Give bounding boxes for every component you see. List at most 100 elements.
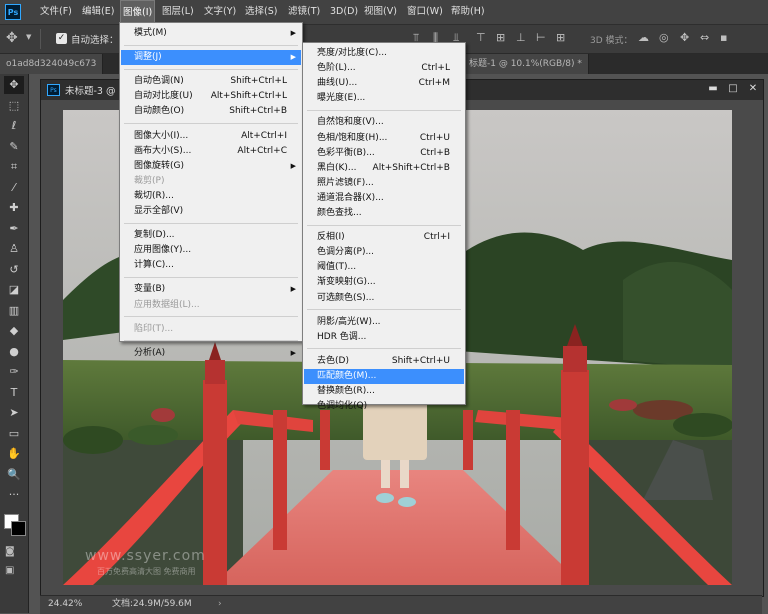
marquee-tool-icon[interactable]: ⬚ [4,97,24,115]
quick-mask-icon[interactable]: ◙ [5,546,15,557]
scale-3d-icon[interactable]: ▪ [720,31,727,44]
chevron-right-icon[interactable]: › [218,596,222,613]
blur-tool-icon[interactable]: ◆ [4,322,24,340]
auto-align-icon[interactable]: ⊞ [556,31,565,44]
zoom-level[interactable]: 24.42% [48,596,82,613]
menu-filter[interactable]: 滤镜(T) [288,0,320,24]
menu-item-label: 匹配颜色(M)... [317,370,377,381]
menu-item-label: 色阶(L)... [317,63,356,74]
menu-item[interactable]: 阈值(T)... [304,260,464,275]
menu-select[interactable]: 选择(S) [245,0,277,24]
menu-item[interactable]: 裁切(R)... [121,189,301,204]
slide-3d-icon[interactable]: ⇔ [700,31,709,44]
drag-3d-icon[interactable]: ✥ [680,31,689,44]
menu-3d[interactable]: 3D(D) [330,0,358,24]
menu-item[interactable]: 变量(B) ▶ [121,282,301,297]
menu-item[interactable]: 照片滤镜(F)... [304,176,464,191]
doc-info[interactable]: 文档:24.9M/59.6M [112,596,192,613]
menu-item[interactable]: 色相/饱和度(H)... Ctrl+U [304,131,464,146]
menu-item[interactable]: 自动色调(N) Shift+Ctrl+L [121,74,301,89]
menu-item[interactable]: 色阶(L)... Ctrl+L [304,61,464,76]
menu-help[interactable]: 帮助(H) [451,0,485,24]
menu-item[interactable]: 计算(C)... [121,258,301,273]
lasso-tool-icon[interactable]: ℓ [4,117,24,135]
menu-item[interactable]: 图像旋转(G) ▶ [121,159,301,174]
menu-item[interactable]: 色彩平衡(B)... Ctrl+B [304,146,464,161]
distribute-vcenter-icon[interactable]: ⊞ [496,31,505,44]
menu-item[interactable]: 色调均化(Q) [304,399,464,414]
menu-item[interactable]: 调整(J) ▶ [121,50,301,66]
menu-item[interactable]: 分析(A) ▶ [121,346,301,361]
distribute-left-icon[interactable]: ⊢ [536,31,546,44]
menu-item[interactable]: 去色(D) Shift+Ctrl+U [304,354,464,369]
history-brush-icon[interactable]: ↺ [4,261,24,279]
stamp-tool-icon[interactable]: ♙ [4,240,24,258]
eraser-tool-icon[interactable]: ◪ [4,281,24,299]
menu-item[interactable]: 复制(D)... [121,228,301,243]
menu-view[interactable]: 视图(V) [364,0,397,24]
brush-tool-icon[interactable]: ✒ [4,220,24,238]
pen-tool-icon[interactable]: ✑ [4,363,24,381]
menu-image[interactable]: 图像(I) [120,0,156,24]
menu-item-label: 色调分离(P)... [317,247,375,258]
menu-item[interactable]: 自然饱和度(V)... [304,115,464,130]
menu-item[interactable]: HDR 色调... [304,330,464,345]
menu-item-label: 陷印(T)... [134,323,174,334]
close-icon[interactable]: ✕ [745,82,761,96]
healing-tool-icon[interactable]: ✚ [4,199,24,217]
dodge-tool-icon[interactable]: ● [4,343,24,361]
chevron-down-icon[interactable]: ▼ [26,33,31,41]
menu-window[interactable]: 窗口(W) [407,0,443,24]
type-tool-icon[interactable]: T [4,384,24,402]
auto-select-checkbox[interactable]: ✓ [56,33,67,44]
menu-item[interactable]: 通道混合器(X)... [304,191,464,206]
menu-item[interactable]: 模式(M) ▶ [121,26,301,41]
menu-item[interactable]: 反相(I) Ctrl+I [304,230,464,245]
menu-item[interactable]: 阴影/高光(W)... [304,315,464,330]
menu-type[interactable]: 文字(Y) [204,0,236,24]
shape-tool-icon[interactable]: ▭ [4,425,24,443]
menu-item[interactable]: 亮度/对比度(C)... [304,46,464,61]
menu-file[interactable]: 文件(F) [40,0,72,24]
document-tab[interactable]: 标题-1 @ 10.1%(RGB/8) * [463,54,589,74]
minimize-icon[interactable]: ▬ [705,82,721,96]
menu-item[interactable]: 替换颜色(R)... [304,384,464,399]
menu-item[interactable]: 匹配颜色(M)... [304,368,464,384]
menu-item[interactable]: 黑白(K)... Alt+Shift+Ctrl+B [304,161,464,176]
menu-item[interactable]: 显示全部(V) [121,204,301,219]
menu-item[interactable]: 曝光度(E)... [304,91,464,106]
menu-layer[interactable]: 图层(L) [162,0,194,24]
restore-icon[interactable]: □ [725,82,741,96]
path-select-tool-icon[interactable]: ➤ [4,404,24,422]
zoom-tool-icon[interactable]: 🔍 [4,466,24,484]
menu-item[interactable]: 渐变映射(G)... [304,275,464,290]
hand-tool-icon[interactable]: ✋ [4,445,24,463]
menu-item-label: 色相/饱和度(H)... [317,132,388,143]
menu-item-label: 图像大小(I)... [134,130,189,141]
background-color-swatch[interactable] [11,521,26,536]
distribute-top-icon[interactable]: ⊤ [476,31,486,44]
screen-mode-icon[interactable]: ▣ [5,565,14,576]
quick-select-tool-icon[interactable]: ✎ [4,138,24,156]
move-tool-preset-icon[interactable]: ✥ [6,30,18,46]
menu-item[interactable]: 色调分离(P)... [304,245,464,260]
gradient-tool-icon[interactable]: ▥ [4,302,24,320]
menu-item[interactable]: 图像大小(I)... Alt+Ctrl+I [121,129,301,144]
orbit-3d-icon[interactable]: ☁ [638,31,649,44]
menu-item[interactable]: 颜色查找... [304,206,464,221]
menu-item[interactable]: 应用图像(Y)... [121,243,301,258]
menu-edit[interactable]: 编辑(E) [82,0,114,24]
move-tool-icon[interactable]: ✥ [4,76,24,94]
document-tab[interactable]: o1ad8d324049c673 [0,54,104,74]
menu-item[interactable]: 曲线(U)... Ctrl+M [304,76,464,91]
menu-item[interactable]: 自动颜色(O) Shift+Ctrl+B [121,104,301,119]
menu-item[interactable]: 可选颜色(S)... [304,291,464,306]
roll-3d-icon[interactable]: ◎ [659,31,669,44]
crop-tool-icon[interactable]: ⌗ [4,158,24,176]
tools-panel: ✥ ⬚ ℓ ✎ ⌗ ⁄ ✚ ✒ ♙ ↺ ◪ ▥ ◆ ● ✑ T ➤ ▭ ✋ 🔍 ··· ◙ ▣ [0,74,29,613]
menu-item[interactable]: 画布大小(S)... Alt+Ctrl+C [121,144,301,159]
distribute-bottom-icon[interactable]: ⊥ [516,31,526,44]
eyedropper-tool-icon[interactable]: ⁄ [4,179,24,197]
menu-item[interactable]: 自动对比度(U) Alt+Shift+Ctrl+L [121,89,301,104]
more-tools-icon[interactable]: ··· [4,486,24,504]
